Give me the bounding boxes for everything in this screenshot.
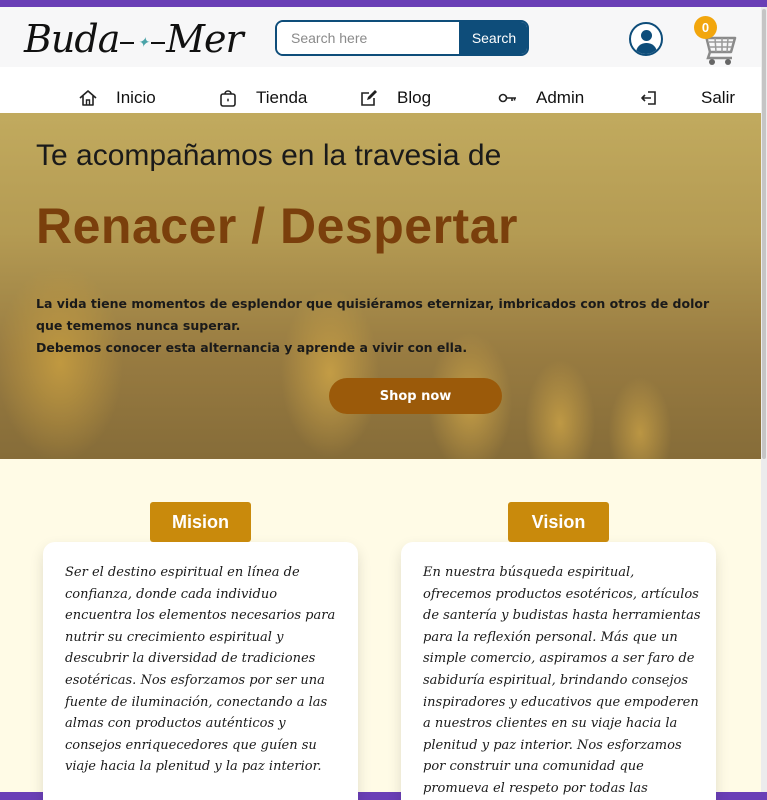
cart-count-badge: 0 <box>694 16 717 39</box>
search-input[interactable] <box>277 22 459 54</box>
nav-item-tienda[interactable]: Tienda <box>218 87 307 109</box>
vision-text: En nuestra búsqueda espiritual, ofrecemo… <box>423 565 701 796</box>
user-body-shape <box>636 43 657 54</box>
site-logo[interactable]: Buda ✦ Mer <box>24 17 244 61</box>
nav-item-inicio[interactable]: Inicio <box>78 87 156 109</box>
hero-banner: Te acompañamos en la travesia de Renacer… <box>0 113 761 459</box>
mission-label: Mision <box>150 502 251 542</box>
hummingbird-icon: ✦ <box>137 34 149 51</box>
edit-icon <box>361 90 377 106</box>
logo-text-left: Buda <box>24 17 120 61</box>
vision-label: Vision <box>508 502 609 542</box>
page-scrollbar[interactable] <box>761 7 767 792</box>
mission-card: Ser el destino espiritual en línea de co… <box>43 542 358 800</box>
key-icon <box>498 93 516 103</box>
user-account-icon[interactable] <box>629 22 663 56</box>
top-accent-bar <box>0 0 767 7</box>
vision-card: En nuestra búsqueda espiritual, ofrecemo… <box>401 542 716 800</box>
hero-highlight: Renacer / Despertar <box>36 198 518 254</box>
user-head-shape <box>641 30 652 41</box>
nav-item-label: Admin <box>536 88 585 107</box>
hero-paragraph-1: La vida tiene momentos de esplendor que … <box>36 296 710 333</box>
cart-button[interactable]: 0 <box>691 12 753 72</box>
hero-paragraph-2: Debemos conocer esta alternancia y apren… <box>36 340 468 355</box>
mission-text: Ser el destino espiritual en línea de co… <box>65 565 336 775</box>
hero-title: Te acompañamos en la travesia de <box>36 139 502 172</box>
nav-item-blog[interactable]: Blog <box>359 87 431 109</box>
site-header: Buda ✦ Mer Search 0 <box>0 7 761 67</box>
hero-description: La vida tiene momentos de esplendor que … <box>36 293 726 359</box>
shop-now-button[interactable]: Shop now <box>329 378 502 414</box>
logo-underline <box>151 41 166 44</box>
nav-item-admin[interactable]: Admin <box>498 87 584 109</box>
main-navigation: Inicio Tienda Blog Admin Salir <box>0 67 761 113</box>
search-button[interactable]: Search <box>459 22 527 54</box>
scrollbar-thumb[interactable] <box>762 9 766 459</box>
logo-text-right: Mer <box>166 17 244 61</box>
logo-underline <box>120 41 135 44</box>
logout-icon <box>641 91 656 105</box>
nav-item-label: Inicio <box>116 88 156 107</box>
nav-item-salir[interactable]: Salir <box>639 87 735 109</box>
nav-item-label: Salir <box>701 88 736 107</box>
home-icon <box>79 90 97 106</box>
nav-item-label: Blog <box>397 88 432 107</box>
nav-item-label: Tienda <box>256 88 308 107</box>
bag-icon <box>220 90 236 107</box>
search-box: Search <box>275 20 529 56</box>
